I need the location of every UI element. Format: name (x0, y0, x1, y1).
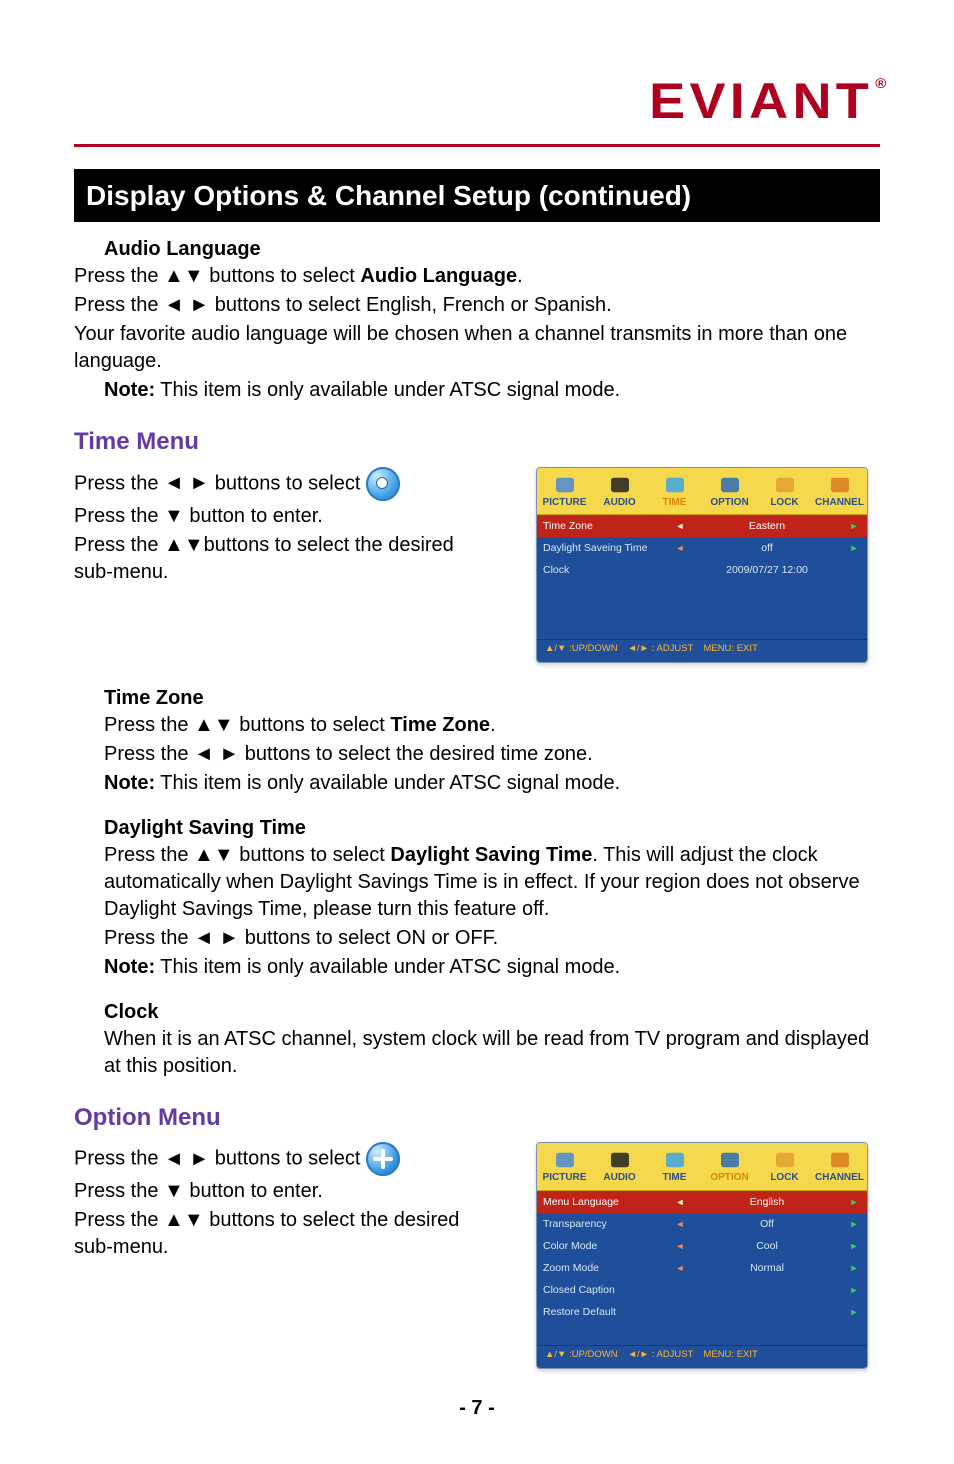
clock-heading: Clock (104, 999, 880, 1026)
osd-tab-time[interactable]: TIME (647, 1149, 702, 1190)
page-title-bar: Display Options & Channel Setup (continu… (74, 169, 880, 223)
osd-tab-lock[interactable]: LOCK (757, 474, 812, 515)
option-menu-l2: Press the ▼ button to enter. (74, 1178, 464, 1205)
audio-language-line2: Press the ◄ ► buttons to select English,… (74, 292, 880, 319)
osd-row[interactable]: Transparency◄Off► (537, 1213, 867, 1235)
left-arrow-icon: ◄ (673, 1262, 687, 1274)
time-menu-l2: Press the ▼ button to enter. (74, 503, 464, 530)
option-menu-l3: Press the ▲▼ buttons to select the desir… (74, 1207, 464, 1261)
time-icon (366, 467, 400, 501)
osd-row[interactable]: Clock2009/07/27 12:00 (537, 559, 867, 581)
page-title: Display Options & Channel Setup (continu… (86, 180, 691, 211)
osd-row[interactable]: Daylight Saveing Time◄off► (537, 537, 867, 559)
audio-language-line1: Press the ▲▼ buttons to select Audio Lan… (74, 263, 880, 290)
audio-language-line3: Your favorite audio language will be cho… (74, 321, 880, 375)
brand-logo: EVIANT® (74, 68, 880, 136)
time-osd: PICTUREAUDIOTIMEOPTIONLOCKCHANNEL Time Z… (536, 467, 868, 663)
right-arrow-icon: ► (847, 1240, 861, 1252)
audio-language-note: Note: This item is only available under … (104, 377, 880, 404)
option-icon (366, 1142, 400, 1176)
right-arrow-icon: ► (847, 542, 861, 554)
clock-body: When it is an ATSC channel, system clock… (104, 1026, 880, 1080)
right-arrow-icon: ► (847, 1262, 861, 1274)
left-arrow-icon: ◄ (673, 520, 687, 532)
osd-tab-channel[interactable]: CHANNEL (812, 474, 867, 515)
right-arrow-icon: ► (847, 1306, 861, 1318)
audio-language-heading: Audio Language (104, 236, 880, 263)
osd-footer: ▲/▼ :UP/DOWN ◄/► : ADJUST MENU: EXIT (537, 1345, 867, 1368)
dst-heading: Daylight Saving Time (104, 815, 880, 842)
left-arrow-icon: ◄ (673, 1240, 687, 1252)
osd-tab-picture[interactable]: PICTURE (537, 474, 592, 515)
osd-tab-audio[interactable]: AUDIO (592, 474, 647, 515)
time-menu-l1: Press the ◄ ► buttons to select (74, 467, 464, 501)
osd-row[interactable]: Time Zone◄Eastern► (537, 515, 867, 537)
dst-l2: Press the ◄ ► buttons to select ON or OF… (104, 925, 880, 952)
osd-tab-lock[interactable]: LOCK (757, 1149, 812, 1190)
page-number: - 7 - (74, 1395, 880, 1422)
time-zone-l1: Press the ▲▼ buttons to select Time Zone… (104, 712, 880, 739)
osd-footer: ▲/▼ :UP/DOWN ◄/► : ADJUST MENU: EXIT (537, 639, 867, 662)
left-arrow-icon: ◄ (673, 542, 687, 554)
registered-mark: ® (876, 75, 891, 91)
osd-tab-channel[interactable]: CHANNEL (812, 1149, 867, 1190)
option-osd: PICTUREAUDIOTIMEOPTIONLOCKCHANNEL Menu L… (536, 1142, 868, 1368)
left-arrow-icon: ◄ (673, 1218, 687, 1230)
time-menu-l3: Press the ▲▼buttons to select the desire… (74, 532, 464, 586)
time-zone-note: Note: This item is only available under … (104, 770, 880, 797)
right-arrow-icon: ► (847, 520, 861, 532)
time-zone-l2: Press the ◄ ► buttons to select the desi… (104, 741, 880, 768)
dst-l1: Press the ▲▼ buttons to select Daylight … (104, 842, 880, 923)
osd-row[interactable]: Menu Language◄English► (537, 1191, 867, 1213)
left-arrow-icon: ◄ (673, 1196, 687, 1208)
osd-row[interactable]: Closed Caption► (537, 1279, 867, 1301)
osd-row[interactable]: Zoom Mode◄Normal► (537, 1257, 867, 1279)
osd-tab-picture[interactable]: PICTURE (537, 1149, 592, 1190)
time-zone-heading: Time Zone (104, 685, 880, 712)
osd-tab-time[interactable]: TIME (647, 474, 702, 515)
time-menu-heading: Time Menu (74, 426, 880, 458)
header-rule (74, 144, 880, 147)
right-arrow-icon: ► (847, 1196, 861, 1208)
option-menu-l1: Press the ◄ ► buttons to select (74, 1142, 464, 1176)
dst-note: Note: This item is only available under … (104, 954, 880, 981)
osd-row[interactable]: Restore Default► (537, 1301, 867, 1323)
right-arrow-icon: ► (847, 1218, 861, 1230)
osd-tab-option[interactable]: OPTION (702, 1149, 757, 1190)
option-menu-heading: Option Menu (74, 1102, 880, 1134)
right-arrow-icon: ► (847, 1284, 861, 1296)
brand-name: EVIANT (649, 73, 873, 129)
osd-tab-option[interactable]: OPTION (702, 474, 757, 515)
osd-row[interactable]: Color Mode◄Cool► (537, 1235, 867, 1257)
osd-tab-audio[interactable]: AUDIO (592, 1149, 647, 1190)
